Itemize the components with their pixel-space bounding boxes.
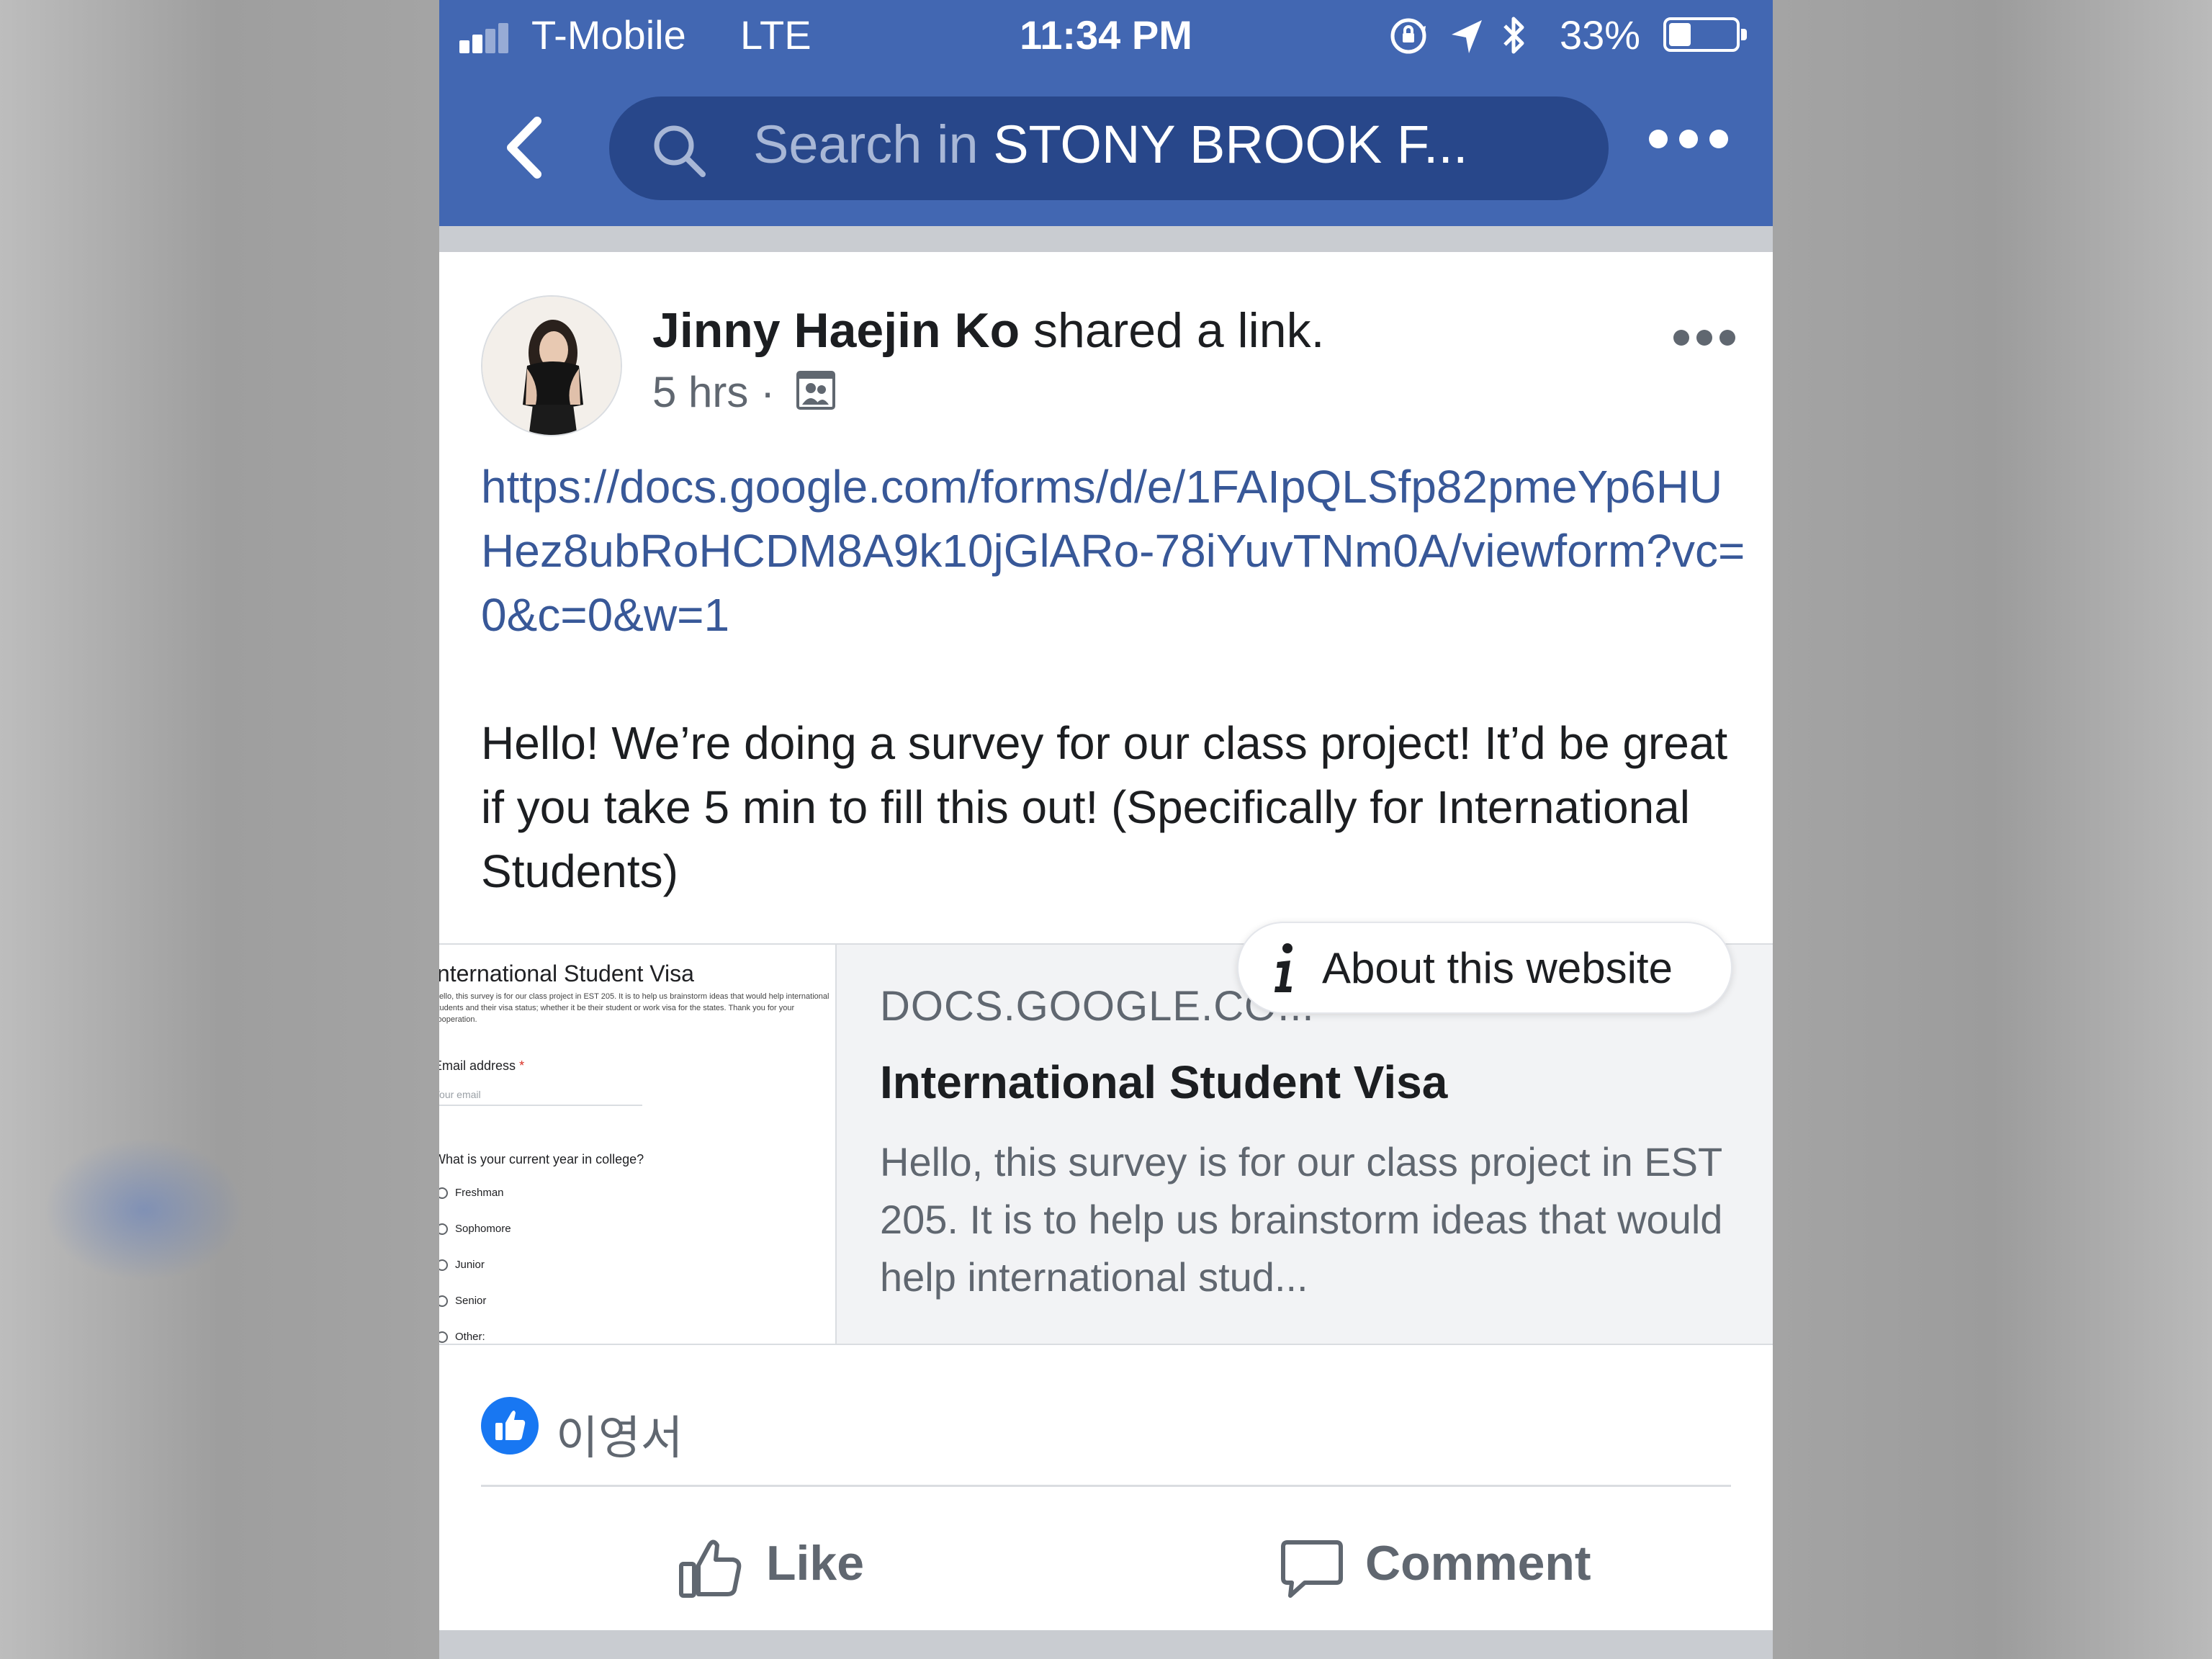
bluetooth-icon bbox=[1503, 17, 1524, 54]
thumb-option: Junior bbox=[439, 1259, 485, 1272]
nav-header: T-Mobile LTE 11:34 PM 33% Search in STON… bbox=[439, 0, 1773, 226]
like-reaction-icon bbox=[481, 1397, 539, 1455]
reactor-name: 이영서 bbox=[556, 1412, 683, 1464]
battery-icon bbox=[1663, 17, 1747, 52]
phone-screen: T-Mobile LTE 11:34 PM 33% Search in STON… bbox=[439, 0, 1773, 1659]
blurred-background-left bbox=[0, 0, 439, 1659]
post-action-text: shared a link. bbox=[1033, 303, 1325, 358]
thumb-question-email-label: Email address bbox=[439, 1058, 516, 1073]
more-dot bbox=[1649, 130, 1668, 148]
group-members-icon bbox=[796, 370, 836, 421]
like-label: Like bbox=[766, 1536, 865, 1591]
link-preview[interactable]: International Student Visa Hello, this s… bbox=[439, 922, 1773, 1345]
more-dot bbox=[1696, 330, 1712, 346]
about-this-website-label: About this website bbox=[1322, 944, 1673, 992]
thumb-email-placeholder: Your email bbox=[439, 1089, 642, 1106]
thumb-title: International Student Visa bbox=[439, 961, 694, 986]
status-bar: T-Mobile LTE 11:34 PM 33% bbox=[439, 0, 1773, 69]
actions-divider bbox=[481, 1485, 1731, 1487]
required-marker: * bbox=[519, 1058, 525, 1073]
chevron-left-icon bbox=[507, 117, 541, 179]
thumb-option: Other: bbox=[439, 1331, 485, 1344]
like-button[interactable]: Like bbox=[677, 1519, 893, 1606]
author-avatar[interactable] bbox=[481, 295, 622, 436]
preview-description: Hello, this survey is for our class proj… bbox=[880, 1139, 1723, 1300]
about-this-website-button[interactable]: About this website bbox=[1237, 922, 1732, 1014]
location-arrow-icon bbox=[1452, 20, 1482, 53]
battery-percent: 33% bbox=[1560, 12, 1641, 58]
search-input-text: Search in STONY BROOK F... bbox=[753, 114, 1468, 175]
blurred-background-right bbox=[1773, 0, 2212, 1659]
post-text: Hello! We’re doing a survey for our clas… bbox=[481, 717, 1728, 897]
comment-button[interactable]: Comment bbox=[1277, 1519, 1623, 1606]
thumb-option: Senior bbox=[439, 1295, 486, 1308]
thumb-description: Hello, this survey is for our class proj… bbox=[439, 992, 830, 1024]
avatar-photo bbox=[482, 297, 621, 435]
search-icon bbox=[654, 125, 706, 177]
post-timestamp[interactable]: 5 hrs bbox=[652, 368, 748, 416]
thumb-question-email: Email address * bbox=[439, 1058, 524, 1074]
post-header: Jinny Haejin Ko shared a link. bbox=[652, 302, 1324, 359]
feed-post-card: Jinny Haejin Ko shared a link. 5 hrs · h… bbox=[439, 252, 1773, 1630]
meta-separator: · bbox=[760, 368, 775, 416]
more-dot bbox=[1673, 330, 1689, 346]
blurred-background-blob bbox=[43, 1138, 245, 1282]
more-dot bbox=[1719, 330, 1735, 346]
comment-bubble-icon bbox=[1281, 1540, 1343, 1598]
more-options-button[interactable] bbox=[1649, 130, 1728, 151]
search-placeholder: Search in bbox=[753, 114, 979, 174]
info-icon bbox=[1274, 943, 1292, 992]
more-dot bbox=[1709, 130, 1728, 148]
thumb-option: Freshman bbox=[439, 1187, 504, 1200]
thumb-question-year: What is your current year in college? bbox=[439, 1152, 644, 1166]
post-link[interactable]: https://docs.google.com/forms/d/e/1FAIpQ… bbox=[481, 455, 1748, 647]
comment-label: Comment bbox=[1365, 1536, 1591, 1591]
preview-thumbnail: International Student Visa Hello, this s… bbox=[439, 945, 837, 1344]
preview-title: International Student Visa bbox=[880, 1056, 1448, 1108]
search-group-name: STONY BROOK F... bbox=[993, 114, 1468, 174]
group-search-input[interactable]: Search in STONY BROOK F... bbox=[609, 96, 1609, 200]
orientation-lock-icon bbox=[1390, 18, 1426, 54]
more-dot bbox=[1679, 130, 1698, 148]
post-options-button[interactable] bbox=[1673, 330, 1738, 347]
back-button[interactable] bbox=[497, 108, 554, 187]
post-meta: 5 hrs · bbox=[652, 367, 836, 421]
post-body: https://docs.google.com/forms/d/e/1FAIpQ… bbox=[481, 455, 1748, 904]
thumb-option: Sophomore bbox=[439, 1223, 511, 1236]
thumbs-up-icon bbox=[679, 1539, 742, 1598]
author-name[interactable]: Jinny Haejin Ko bbox=[652, 303, 1020, 358]
